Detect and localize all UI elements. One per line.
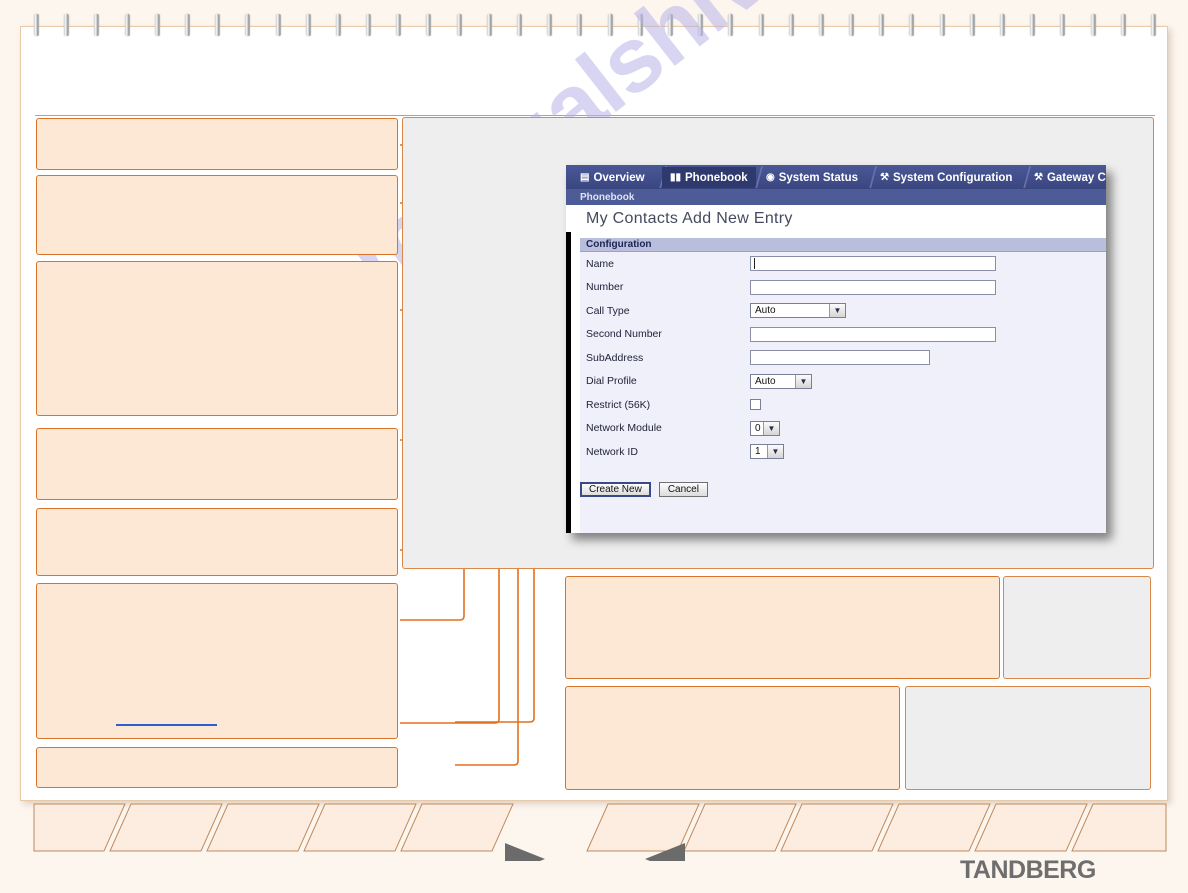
form-row: SubAddress [580,346,1106,370]
cancel-button[interactable]: Cancel [658,482,708,497]
gauge-icon: ◉ [766,171,775,183]
callout-3 [36,261,398,416]
web-interface-screenshot: ▤ Overview ▮▮ Phonebook ◉ System Status ⚒ Syste… [566,165,1106,533]
dial-profile-select[interactable]: Auto ▼ [750,373,812,389]
field-label: Network Module [586,422,662,435]
breadcrumb: Phonebook [566,189,1106,205]
callout-5 [36,508,398,576]
callout-1 [36,118,398,170]
tab-overview[interactable]: ▤ Overview [572,167,653,188]
subaddress-input[interactable] [750,350,930,366]
chevron-down-icon[interactable]: ▼ [763,421,779,435]
field-label: SubAddress [586,351,644,364]
network-module-select[interactable]: 0 ▼ [750,420,780,436]
tab-gateway-con[interactable]: ⚒Gateway Con [1026,167,1106,188]
tab-system-configuration[interactable]: ⚒ System Configuration [872,167,1020,188]
field-label: Dial Profile [586,375,637,388]
form-row: Name [580,252,1106,276]
hyperlink-underline[interactable] [116,724,217,726]
section-header: Configuration [580,238,1106,252]
form-row: Network ID 1 ▼ [580,440,1106,464]
tools-icon: ⚒ [880,171,889,183]
page-title: My Contacts Add New Entry [566,205,1106,232]
form-field-rows: Name Number Call Type Auto ▼ Second Number Sub… [580,252,1106,464]
restrict-56k-checkbox[interactable] [750,399,761,411]
tab-system-status[interactable]: ◉ System Status [758,167,866,188]
field-label: Name [586,257,615,270]
callout-9 [565,686,900,790]
grey-box-right-1 [1003,576,1151,679]
call-type-select[interactable]: Auto ▼ [750,303,846,319]
tab-label: System Configuration [892,171,1013,184]
select-value: Auto [755,305,776,317]
chevron-down-icon[interactable]: ▼ [795,374,811,388]
contacts-icon: ▮▮ [670,171,682,183]
form-row: Call Type Auto ▼ [580,299,1106,323]
grey-box-right-2 [905,686,1151,790]
page-header-band [21,27,1167,115]
select-value: Auto [755,375,776,387]
tab-label: Gateway Con [1046,171,1106,184]
field-label: Number [586,281,624,294]
field-label: Network ID [586,445,638,458]
brand-logo: TANDBERG [960,856,1096,884]
form-row: Network Module 0 ▼ [580,417,1106,441]
prev-page-arrow [505,843,545,875]
book-icon: ▤ [580,171,590,183]
create-new-button[interactable]: Create New [580,482,651,497]
field-label: Restrict (56K) [586,398,651,411]
text-caret [754,258,755,270]
callout-6 [36,583,398,739]
network-id-select[interactable]: 1 ▼ [750,444,784,460]
callout-8 [565,576,1000,679]
form-button-row: Create New Cancel [580,482,708,497]
tab-label: Overview [593,171,645,184]
field-label: Second Number [586,328,662,341]
callout-4 [36,428,398,500]
name-input[interactable] [750,256,996,272]
page-tab-strip [0,801,1188,875]
second-number-input[interactable] [750,326,996,342]
callout-2 [36,175,398,255]
tab-phonebook[interactable]: ▮▮ Phonebook [662,167,756,188]
form-row: Number [580,276,1106,300]
field-label: Call Type [586,304,630,317]
page-tab-shapes [33,803,1167,875]
form-row: Second Number [580,323,1106,347]
chevron-down-icon[interactable]: ▼ [829,304,845,318]
chevron-down-icon[interactable]: ▼ [767,445,783,459]
tab-label: System Status [778,171,858,184]
form-row: Restrict (56K) [580,393,1106,417]
web-tab-bar[interactable]: ▤ Overview ▮▮ Phonebook ◉ System Status ⚒ Syste… [566,165,1106,189]
callout-7 [36,747,398,788]
number-input[interactable] [750,279,996,295]
header-divider-rule [35,115,1155,116]
select-value: 1 [755,446,761,458]
select-value: 0 [755,422,761,434]
form-row: Dial Profile Auto ▼ [580,370,1106,394]
tools-icon: ⚒ [1034,171,1043,183]
tab-label: Phonebook [685,171,748,184]
